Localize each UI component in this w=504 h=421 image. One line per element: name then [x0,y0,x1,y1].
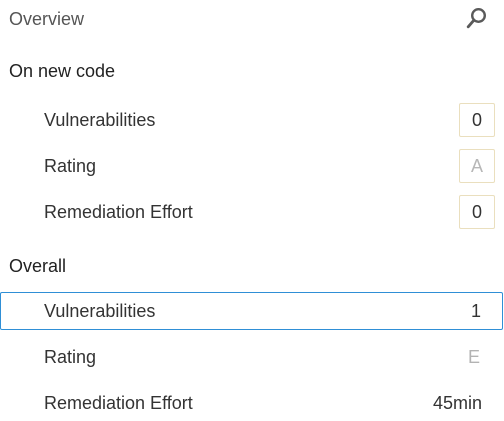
section-title-overall: Overall [9,256,67,276]
new-code-remediation-label: Remediation Effort [44,202,193,222]
overview-panel: Overview On new code Vulnerabilities 0 R… [0,0,504,421]
new-code-rating-value[interactable]: A [459,149,495,183]
new-code-rating-label: Rating [44,156,97,176]
panel-header: Overview [0,0,504,40]
page-title: Overview [9,9,85,29]
overall-vulnerabilities-row[interactable]: Vulnerabilities 1 [0,292,503,330]
new-code-rating-row[interactable]: Rating A [0,147,504,185]
overall-rating-value[interactable]: E [468,347,480,368]
overall-remediation-label: Remediation Effort [44,393,193,413]
new-code-remediation-row[interactable]: Remediation Effort 0 [0,193,504,231]
new-code-vulnerabilities-row[interactable]: Vulnerabilities 0 [0,101,504,139]
new-code-remediation-value[interactable]: 0 [459,195,495,229]
new-code-vulnerabilities-value[interactable]: 0 [459,103,495,137]
overall-remediation-row[interactable]: Remediation Effort 45min [0,384,504,421]
overall-remediation-value[interactable]: 45min [433,393,482,414]
section-title-new-code: On new code [9,61,116,81]
overall-vulnerabilities-label: Vulnerabilities [44,301,156,321]
overall-rating-label: Rating [44,347,97,367]
overall-vulnerabilities-value[interactable]: 1 [471,301,481,322]
new-code-vulnerabilities-label: Vulnerabilities [44,110,156,130]
overall-rating-row[interactable]: Rating E [0,338,504,376]
search-icon[interactable] [463,6,489,34]
